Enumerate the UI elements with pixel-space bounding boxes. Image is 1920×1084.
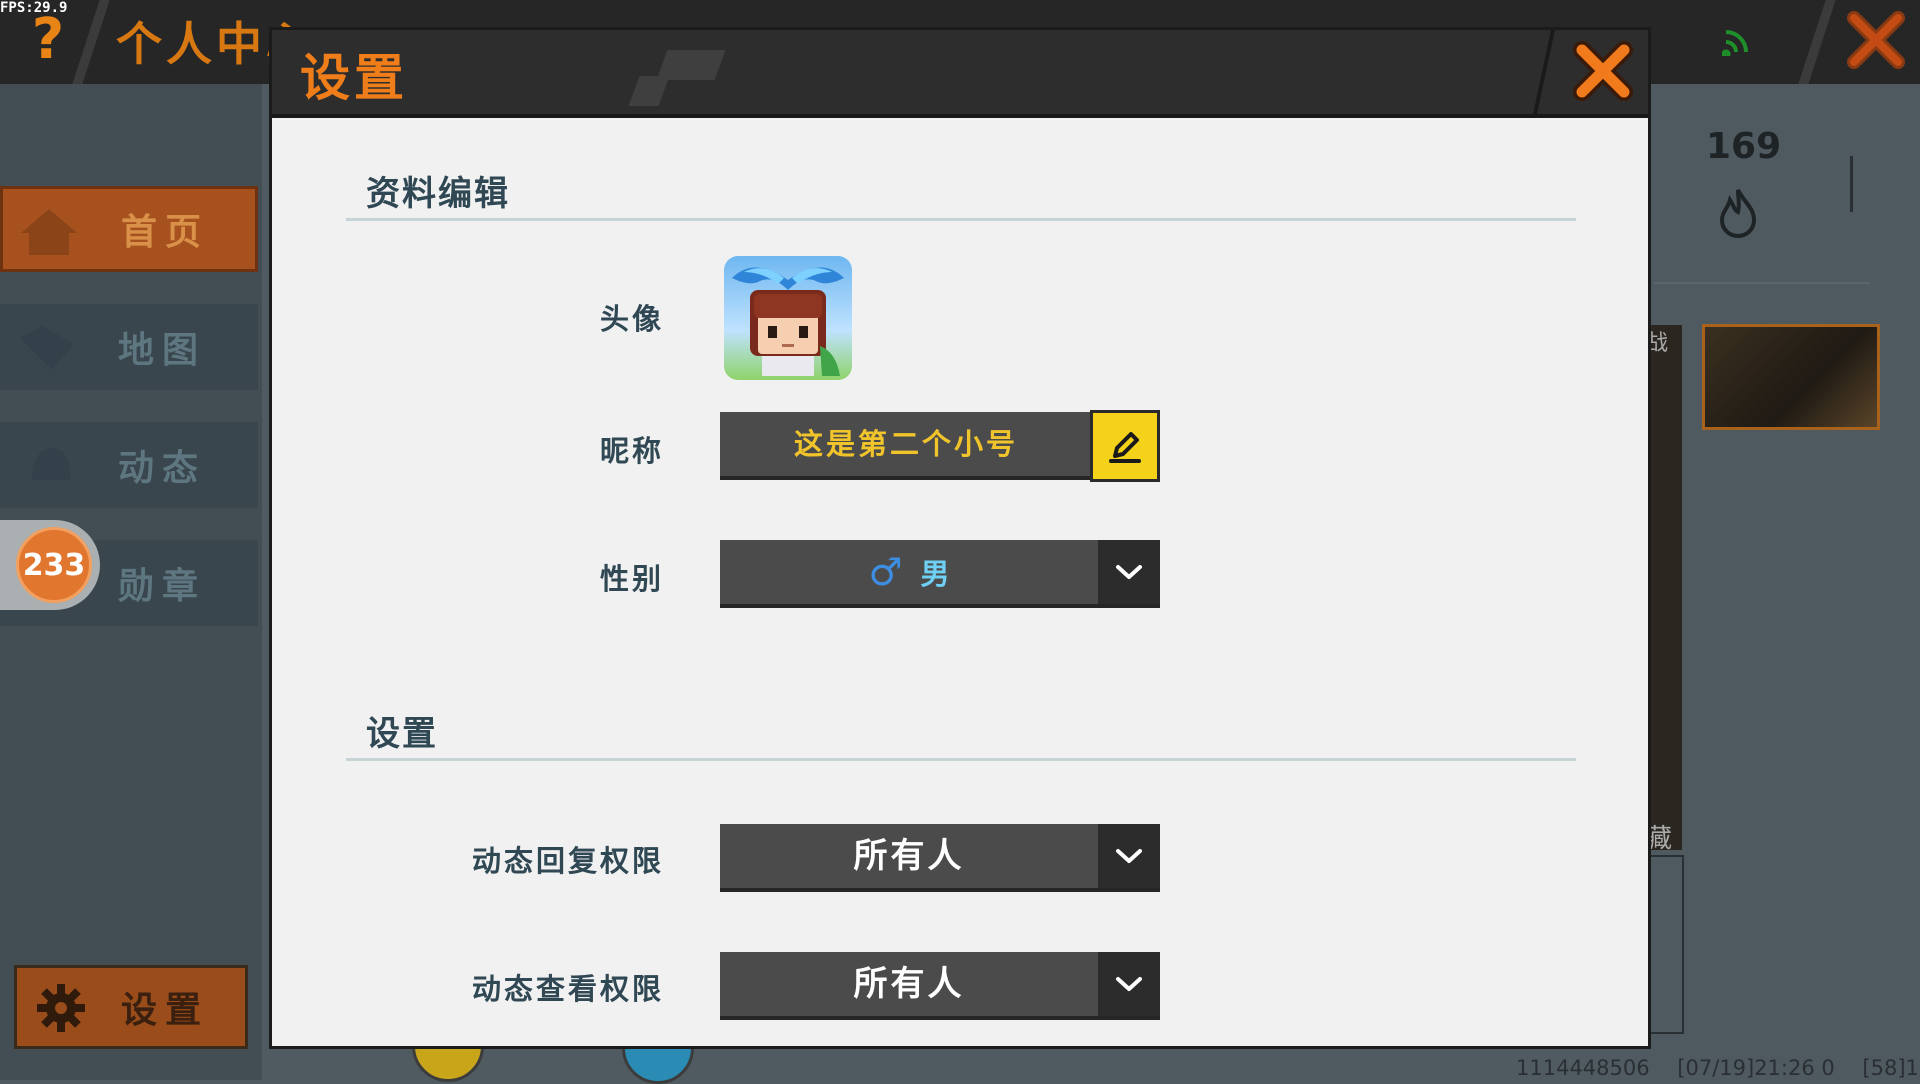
section-divider bbox=[346, 758, 1576, 761]
score-value: 169 bbox=[1706, 126, 1782, 167]
sidebar-item-label: 勋章 bbox=[118, 566, 207, 607]
dialog-title: 设置 bbox=[300, 49, 408, 107]
nickname-value: 这是第二个小号 bbox=[793, 427, 1018, 461]
settings-dialog: 设置 资料编辑 头像 昵称 这是第二个小号 性别 ♂ 男 设置 动态回复权限 所… bbox=[272, 30, 1648, 1046]
dropdown-arrow[interactable] bbox=[1098, 540, 1160, 604]
view-permission-select[interactable]: 所有人 bbox=[720, 952, 1160, 1020]
edit-nickname-button[interactable] bbox=[1090, 410, 1160, 482]
header-divider bbox=[1533, 30, 1555, 114]
nickname-label: 昵称 bbox=[599, 434, 664, 468]
background-settings-button[interactable]: 设置 bbox=[14, 965, 248, 1049]
fps-counter: FPS:29.9 bbox=[0, 0, 68, 16]
sidebar-item-map[interactable]: 地图 bbox=[0, 304, 258, 390]
gender-label: 性别 bbox=[599, 562, 664, 596]
avatar-image bbox=[732, 267, 844, 376]
dropdown-arrow[interactable] bbox=[1098, 952, 1160, 1016]
background-right-panel bbox=[1646, 84, 1920, 1080]
sidebar-item-label: 地图 bbox=[118, 330, 207, 371]
reply-permission-select[interactable]: 所有人 bbox=[720, 824, 1160, 892]
chevron-down-icon bbox=[1116, 977, 1142, 991]
gear-icon bbox=[37, 984, 85, 1032]
sidebar-item-label: 动态 bbox=[118, 448, 207, 489]
divider bbox=[1654, 282, 1870, 284]
gender-select[interactable]: ♂ 男 bbox=[720, 540, 1160, 608]
male-icon: ♂ bbox=[868, 550, 903, 594]
pencil-icon bbox=[1109, 432, 1141, 463]
profile-section-title: 资料编辑 bbox=[366, 174, 510, 214]
avatar-label: 头像 bbox=[599, 302, 664, 336]
background-banner-strip bbox=[1646, 325, 1682, 850]
close-icon[interactable] bbox=[1572, 40, 1634, 102]
background-panel-frame bbox=[1646, 855, 1684, 1034]
chevron-down-icon bbox=[1116, 565, 1142, 579]
view-permission-label: 动态查看权限 bbox=[471, 972, 664, 1006]
view-permission-value: 所有人 bbox=[853, 964, 965, 1004]
reply-permission-value: 所有人 bbox=[853, 836, 965, 876]
map-thumbnail[interactable] bbox=[1702, 324, 1880, 430]
signal-icon bbox=[1722, 30, 1748, 56]
flame-icon bbox=[1719, 189, 1757, 238]
notification-badge: 233 bbox=[16, 527, 92, 603]
background-strip-text: 战 bbox=[1646, 331, 1669, 356]
version-footer: 1114448506 [07/19]21:26 0 [58]1.2.1 bbox=[1516, 1056, 1920, 1080]
header-decoration bbox=[628, 76, 670, 106]
chevron-down-icon bbox=[1116, 849, 1142, 863]
dialog-header: 设置 bbox=[272, 30, 1648, 118]
background-settings-label: 设置 bbox=[121, 990, 210, 1031]
gender-display: ♂ 男 bbox=[720, 540, 1098, 604]
section-divider bbox=[346, 218, 1576, 221]
background-strip-text: 藏 bbox=[1646, 824, 1673, 854]
bell-icon bbox=[32, 448, 71, 480]
dropdown-arrow[interactable] bbox=[1098, 824, 1160, 888]
home-icon bbox=[21, 209, 77, 255]
settings-section-title: 设置 bbox=[366, 714, 438, 754]
sidebar-item-label: 首页 bbox=[121, 212, 210, 253]
avatar[interactable] bbox=[724, 256, 852, 380]
background-close-icon[interactable] bbox=[1844, 8, 1908, 72]
sidebar-item-home[interactable]: 首页 bbox=[0, 186, 258, 272]
map-icon bbox=[20, 326, 74, 370]
divider bbox=[1850, 156, 1853, 212]
gender-value: 男 bbox=[920, 557, 950, 591]
help-icon[interactable]: ? bbox=[18, 10, 78, 70]
sidebar-item-feed[interactable]: 动态 bbox=[0, 422, 258, 508]
reply-permission-label: 动态回复权限 bbox=[471, 844, 664, 878]
